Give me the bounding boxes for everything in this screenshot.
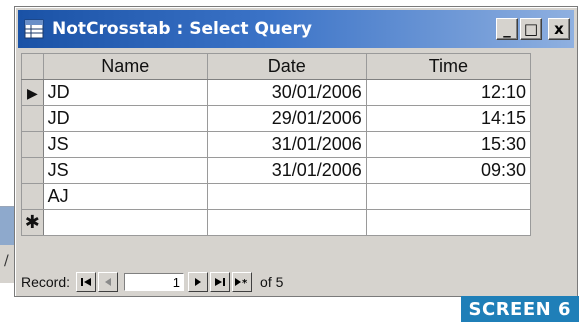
current-record-input[interactable] — [124, 273, 185, 291]
cell-date[interactable] — [206, 183, 367, 210]
cell-date[interactable] — [206, 209, 367, 236]
background-window: / — [0, 206, 14, 283]
table-row: JS 31/01/2006 09:30 — [21, 157, 532, 184]
previous-record-button[interactable] — [98, 272, 119, 292]
record-count: of 5 — [260, 274, 284, 290]
table-row: ✱ — [21, 209, 532, 236]
new-record-button[interactable]: * — [232, 272, 253, 292]
background-window-glyph: / — [4, 253, 9, 269]
column-header-time[interactable]: Time — [365, 53, 532, 80]
next-record-button[interactable] — [188, 272, 209, 292]
header-row: Name Date Time — [21, 53, 532, 80]
select-all-corner[interactable] — [21, 53, 44, 80]
record-navigator: Record: * of 5 — [21, 271, 283, 293]
cell-time[interactable]: 12:10 — [365, 79, 532, 106]
column-header-date[interactable]: Date — [206, 53, 367, 80]
svg-text:*: * — [242, 278, 248, 287]
cell-name[interactable] — [42, 209, 208, 236]
cell-date[interactable]: 29/01/2006 — [206, 105, 367, 132]
cell-time[interactable]: 09:30 — [365, 157, 532, 184]
record-selector[interactable] — [21, 105, 44, 132]
datasheet-grid: Name Date Time ▶ JD 30/01/2006 12:10 JD 29/01… — [21, 53, 532, 236]
cell-name[interactable]: JS — [42, 131, 208, 158]
record-label: Record: — [21, 274, 71, 290]
cell-time[interactable] — [365, 209, 532, 236]
table-row: ▶ JD 30/01/2006 12:10 — [21, 79, 532, 106]
screen-badge: SCREEN 6 — [460, 296, 579, 322]
current-record-indicator[interactable]: ▶ — [21, 79, 44, 106]
table-row: JS 31/01/2006 15:30 — [21, 131, 532, 158]
record-selector[interactable] — [21, 183, 44, 210]
window-title: NotCrosstab : Select Query — [52, 19, 313, 39]
window-controls: _ □ x — [496, 18, 570, 40]
cell-date[interactable]: 31/01/2006 — [206, 131, 367, 158]
datasheet-table: Name Date Time ▶ JD 30/01/2006 12:10 JD 29/01… — [21, 53, 532, 236]
record-selector[interactable] — [21, 157, 44, 184]
query-window: NotCrosstab : Select Query _ □ x Name Da… — [14, 6, 578, 297]
column-header-name[interactable]: Name — [42, 53, 208, 80]
cell-name[interactable]: AJ — [42, 183, 208, 210]
background-window-titlebar — [0, 207, 14, 245]
current-row-arrow-icon: ▶ — [26, 86, 38, 102]
cell-name[interactable]: JS — [42, 157, 208, 184]
title-bar[interactable]: NotCrosstab : Select Query _ □ x — [18, 10, 574, 48]
table-row: JD 29/01/2006 14:15 — [21, 105, 532, 132]
cell-name[interactable]: JD — [42, 105, 208, 132]
first-record-button[interactable] — [76, 272, 97, 292]
table-row: AJ — [21, 183, 532, 210]
cell-date[interactable]: 31/01/2006 — [206, 157, 367, 184]
record-selector[interactable] — [21, 131, 44, 158]
new-row-asterisk-icon: ✱ — [24, 212, 40, 233]
cell-time[interactable]: 15:30 — [365, 131, 532, 158]
minimize-button[interactable]: _ — [496, 18, 518, 40]
last-record-button[interactable] — [210, 272, 231, 292]
new-record-indicator[interactable]: ✱ — [21, 209, 44, 236]
maximize-button[interactable]: □ — [520, 18, 542, 40]
cell-date[interactable]: 30/01/2006 — [206, 79, 367, 106]
cell-time[interactable]: 14:15 — [365, 105, 532, 132]
query-datasheet-icon — [24, 19, 44, 39]
close-button[interactable]: x — [548, 18, 570, 40]
cell-name[interactable]: JD — [42, 79, 208, 106]
cell-time[interactable] — [365, 183, 532, 210]
